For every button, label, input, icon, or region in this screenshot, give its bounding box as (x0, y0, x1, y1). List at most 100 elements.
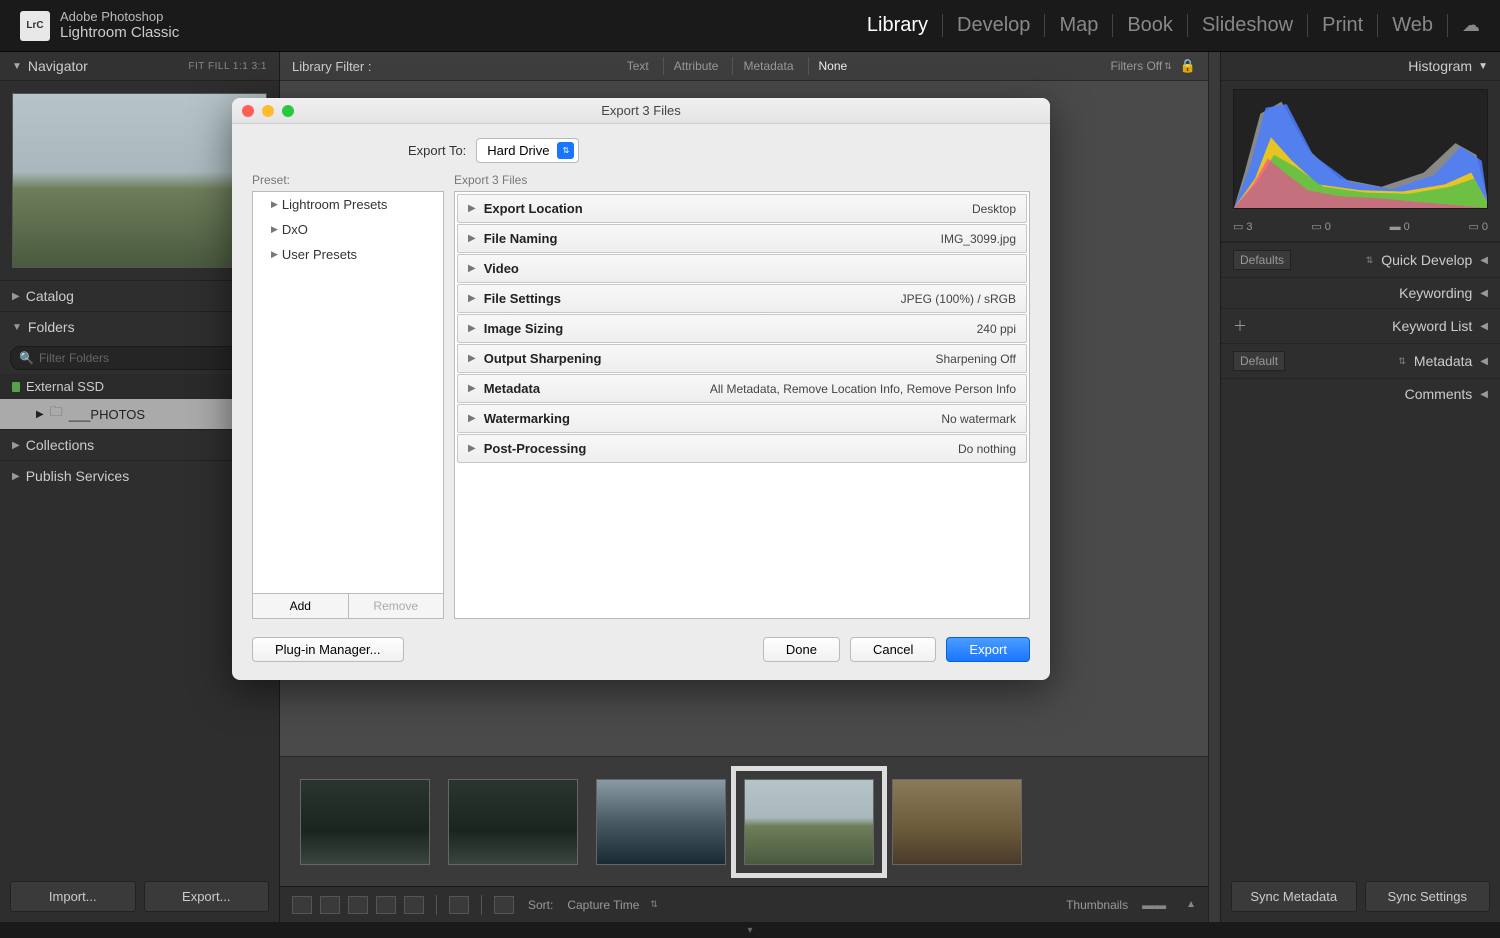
filmstrip-thumb[interactable] (892, 779, 1022, 865)
sort-direction-icon[interactable] (494, 896, 514, 914)
window-minimize-icon[interactable] (262, 105, 274, 117)
photo-count: 3 (1246, 221, 1252, 233)
module-library[interactable]: Library (853, 14, 943, 37)
window-close-icon[interactable] (242, 105, 254, 117)
filmstrip[interactable] (280, 756, 1208, 886)
filmstrip-thumb[interactable] (596, 779, 726, 865)
chevron-up-icon[interactable]: ▲ (1186, 899, 1196, 910)
quick-develop-section[interactable]: Defaults ⇅ Quick Develop ◀ (1221, 242, 1500, 277)
chevron-right-icon: ▶ (271, 249, 278, 260)
export-section-postprocessing[interactable]: ▶Post-ProcessingDo nothing (457, 434, 1027, 463)
preset-add-button[interactable]: Add (253, 594, 348, 618)
metadata-section[interactable]: Default ⇅ Metadata ◀ (1221, 343, 1500, 378)
export-section-watermarking[interactable]: ▶WatermarkingNo watermark (457, 404, 1027, 433)
section-value: Desktop (972, 202, 1016, 216)
add-keyword-icon[interactable]: ＋ (1233, 316, 1247, 336)
painter-icon[interactable] (449, 896, 469, 914)
module-print[interactable]: Print (1308, 14, 1378, 37)
chevron-updown-icon[interactable]: ⇅ (1398, 356, 1406, 367)
export-section-imagesizing[interactable]: ▶Image Sizing240 ppi (457, 314, 1027, 343)
sync-settings-button[interactable]: Sync Settings (1365, 881, 1491, 912)
publish-label: Publish Services (26, 468, 130, 484)
navigator-zoom-options[interactable]: FIT FILL 1:1 3:1 (188, 61, 267, 72)
histogram-info: ▭3 ▭0 ▬0 ▭0 (1221, 217, 1500, 242)
chevron-right-icon: ▶ (12, 440, 20, 451)
window-zoom-icon[interactable] (282, 105, 294, 117)
chevron-right-icon: ▶ (271, 224, 278, 235)
comments-section[interactable]: Comments ◀ (1221, 378, 1500, 409)
filter-tab-text[interactable]: Text (617, 57, 659, 75)
module-map[interactable]: Map (1045, 14, 1113, 37)
grid-scrollbar[interactable] (1208, 52, 1220, 922)
compare-view-icon[interactable] (348, 896, 368, 914)
cancel-button[interactable]: Cancel (850, 637, 936, 662)
chevron-updown-icon[interactable]: ⇅ (1366, 255, 1374, 266)
done-button[interactable]: Done (763, 637, 840, 662)
preset-list[interactable]: ▶Lightroom Presets ▶DxO ▶User Presets (252, 191, 444, 594)
sync-metadata-button[interactable]: Sync Metadata (1231, 881, 1357, 912)
section-value: JPEG (100%) / sRGB (901, 292, 1016, 306)
loupe-view-icon[interactable] (320, 896, 340, 914)
export-section-sharpening[interactable]: ▶Output SharpeningSharpening Off (457, 344, 1027, 373)
center-toolbar: Sort: Capture Time ⇅ Thumbnails ▬▬ ▲ (280, 886, 1208, 922)
export-to-select[interactable]: Hard Drive ⇅ (476, 138, 579, 163)
filter-tab-none[interactable]: None (808, 57, 858, 75)
keywording-section[interactable]: Keywording ◀ (1221, 277, 1500, 308)
folder-filter-placeholder: Filter Folders (39, 351, 109, 365)
preset-remove-button[interactable]: Remove (348, 594, 444, 618)
module-develop[interactable]: Develop (943, 14, 1045, 37)
chevron-updown-icon[interactable]: ⇅ (1164, 61, 1172, 72)
export-dialog: Export 3 Files Export To: Hard Drive ⇅ P… (232, 98, 1050, 680)
module-book[interactable]: Book (1113, 14, 1188, 37)
catalog-label: Catalog (26, 288, 74, 304)
filters-off-toggle[interactable]: Filters Off (1110, 59, 1162, 73)
module-web[interactable]: Web (1378, 14, 1448, 37)
iso-value: 0 (1325, 221, 1331, 233)
chevron-updown-icon[interactable]: ⇅ (650, 899, 658, 910)
export-confirm-button[interactable]: Export (946, 637, 1030, 662)
export-section-metadata[interactable]: ▶MetadataAll Metadata, Remove Location I… (457, 374, 1027, 403)
cloud-sync-icon[interactable]: ☁ (1448, 15, 1480, 36)
export-section-location[interactable]: ▶Export LocationDesktop (457, 194, 1027, 223)
preset-item[interactable]: ▶Lightroom Presets (253, 192, 443, 217)
export-button[interactable]: Export... (144, 881, 270, 912)
grid-view-icon[interactable] (292, 896, 312, 914)
export-section-filesettings[interactable]: ▶File SettingsJPEG (100%) / sRGB (457, 284, 1027, 313)
export-section-video[interactable]: ▶Video (457, 254, 1027, 283)
export-section-filenaming[interactable]: ▶File NamingIMG_3099.jpg (457, 224, 1027, 253)
plugin-manager-button[interactable]: Plug-in Manager... (252, 637, 404, 662)
histogram-header[interactable]: Histogram ▼ (1221, 52, 1500, 81)
preset-item[interactable]: ▶DxO (253, 217, 443, 242)
quick-develop-preset-select[interactable]: Defaults (1233, 250, 1291, 270)
lock-icon[interactable]: 🔒 (1180, 58, 1196, 74)
survey-view-icon[interactable] (376, 896, 396, 914)
navigator-header[interactable]: ▼ Navigator FIT FILL 1:1 3:1 (0, 52, 279, 81)
chevron-left-icon: ◀ (1480, 356, 1488, 367)
metadata-preset-select[interactable]: Default (1233, 351, 1285, 371)
chevron-left-icon: ◀ (1480, 321, 1488, 332)
module-slideshow[interactable]: Slideshow (1188, 14, 1308, 37)
folder-filter-input[interactable]: 🔍 Filter Folders (10, 346, 269, 370)
people-view-icon[interactable] (404, 896, 424, 914)
chevron-left-icon: ◀ (1480, 255, 1488, 266)
sort-dropdown[interactable]: Capture Time (567, 898, 639, 912)
filter-tab-metadata[interactable]: Metadata (732, 57, 803, 75)
filmstrip-thumb[interactable] (448, 779, 578, 865)
section-name: Post-Processing (484, 441, 587, 456)
thumbnail-size-slider[interactable]: ▬▬ (1142, 898, 1166, 912)
keyword-list-section[interactable]: ＋ Keyword List ◀ (1221, 308, 1500, 343)
navigator-preview[interactable] (12, 93, 267, 268)
dialog-titlebar[interactable]: Export 3 Files (232, 98, 1050, 124)
import-button[interactable]: Import... (10, 881, 136, 912)
chevron-down-icon: ▼ (1478, 61, 1488, 72)
preset-item[interactable]: ▶User Presets (253, 242, 443, 267)
shutter-icon: ▭ (1468, 220, 1478, 233)
chevron-right-icon: ▶ (12, 471, 20, 482)
filmstrip-thumb[interactable] (300, 779, 430, 865)
right-panel: Histogram ▼ ▭3 ▭0 ▬0 ▭0 Defaults ⇅ Quick… (1220, 52, 1500, 922)
bottom-handle[interactable]: ▾ (0, 922, 1500, 938)
histogram-chart[interactable] (1233, 89, 1488, 209)
aperture-value: 0 (1404, 221, 1410, 233)
filter-tab-attribute[interactable]: Attribute (663, 57, 729, 75)
filmstrip-thumb-selected[interactable] (744, 779, 874, 865)
